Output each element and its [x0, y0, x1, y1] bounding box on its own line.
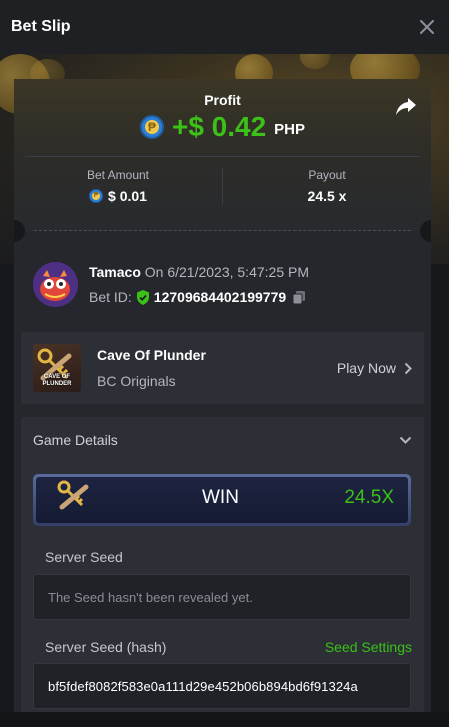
result-label: WIN [202, 487, 239, 508]
game-thumbnail-text: CAVE OF PLUNDER [42, 374, 72, 387]
payout-label: Payout [308, 168, 346, 182]
copy-icon[interactable] [291, 289, 307, 305]
bet-id-label: Bet ID: [89, 289, 132, 305]
share-icon [396, 98, 416, 115]
bet-slip-header: Bet Slip [0, 0, 449, 54]
server-seed-hash-label: Server Seed (hash) [45, 639, 167, 655]
profit-label: Profit [204, 92, 241, 108]
game-thumbnail: CAVE OF PLUNDER [33, 344, 81, 392]
play-now-label: Play Now [336, 360, 396, 376]
bet-amount-value: $ 0.01 [108, 188, 147, 204]
chevron-right-icon [404, 362, 412, 374]
bet-amount-stat: Bet Amount ₱ $ 0.01 [14, 157, 222, 213]
server-seed-field[interactable]: The Seed hasn't been revealed yet. [33, 574, 411, 620]
server-seed-hash-field[interactable]: bf5fdef8082f583e0a111d29e452b06b894bd6f9… [33, 663, 411, 709]
chevron-down-icon [399, 436, 412, 444]
server-seed-value: The Seed hasn't been revealed yet. [48, 589, 253, 605]
close-button[interactable] [417, 17, 437, 37]
verified-shield-icon [135, 289, 151, 305]
play-now-button[interactable]: Play Now [337, 360, 412, 376]
player-info: Tamaco On 6/21/2023, 5:47:25 PM Bet ID: … [33, 262, 309, 307]
server-seed-hash-value: bf5fdef8082f583e0a111d29e452b06b894bd6f9… [48, 678, 358, 694]
payout-value: 24.5 x [307, 188, 347, 204]
profit-currency: PHP [274, 120, 306, 138]
profit-value: +$ 0.42 [171, 111, 267, 142]
php-coin-icon: ₱ [89, 189, 104, 203]
php-coin-icon: ₱ [139, 115, 164, 139]
result-multiplier: 24.5X [344, 487, 394, 508]
server-seed-label: Server Seed [45, 549, 123, 565]
ticket-perforation [34, 230, 411, 231]
bet-stats: Bet Amount ₱ $ 0.01 Payout 24.5 x [14, 157, 431, 213]
close-icon [420, 20, 434, 34]
profit-area: Profit ₱ +$ 0.42 PHP Bet Amount ₱ $ 0.01 [14, 79, 431, 231]
payout-stat: Payout 24.5 x [222, 167, 431, 205]
bottom-edge [0, 712, 449, 727]
player-name[interactable]: Tamaco [89, 264, 141, 280]
game-provider: BC Originals [97, 373, 176, 389]
result-banner: WIN 24.5X [33, 474, 411, 526]
bet-slip-title: Bet Slip [11, 18, 71, 35]
avatar[interactable] [33, 262, 78, 307]
game-row[interactable]: CAVE OF PLUNDER Cave Of Plunder BC Origi… [21, 332, 424, 404]
avatar-dragon-icon [33, 262, 78, 307]
bet-date: On 6/21/2023, 5:47:25 PM [144, 264, 309, 280]
seed-settings-link[interactable]: Seed Settings [325, 639, 412, 655]
game-details-title: Game Details [33, 432, 118, 448]
share-button[interactable] [395, 95, 417, 117]
bet-slip-card: Profit ₱ +$ 0.42 PHP Bet Amount ₱ $ 0.01 [14, 79, 431, 727]
bet-amount-label: Bet Amount [86, 168, 150, 182]
treasure-key-icon [57, 480, 89, 510]
profit-row: ₱ +$ 0.42 PHP [14, 111, 431, 143]
game-name: Cave Of Plunder [97, 347, 206, 363]
ticket-notch-right [420, 220, 431, 242]
bet-id-value: 12709684402199779 [153, 289, 287, 305]
game-details-toggle[interactable]: Game Details [21, 417, 424, 463]
game-details-panel: Game Details WIN 24.5X Server Seed The S… [21, 417, 424, 727]
